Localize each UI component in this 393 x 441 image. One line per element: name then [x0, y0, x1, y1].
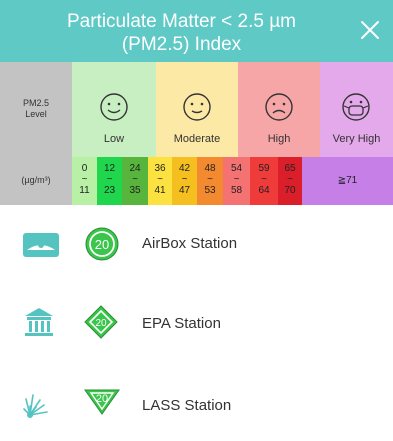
list-item-lass[interactable]: 20 LASS Station [0, 363, 393, 441]
range-to: 35 [129, 185, 141, 196]
level-name: Low [103, 133, 125, 145]
range-to: 41 [154, 185, 166, 196]
range-to: 70 [284, 185, 296, 196]
pm25-level-label: PM2.5 Level [22, 98, 49, 119]
lass-marker-icon: 20 [84, 389, 120, 415]
unit-label-cell: (µg/m³) [0, 157, 72, 205]
frown-face-icon [265, 93, 293, 121]
title-line-1: Particulate Matter < 2.5 µm [66, 11, 296, 32]
level-label-cell: PM2.5 Level [0, 62, 72, 157]
level-name: Very High [332, 133, 381, 145]
marker-value: 20 [95, 237, 109, 252]
panel-header: Particulate Matter < 2.5 µm (PM2.5) Inde… [0, 0, 393, 62]
smile-face-icon [100, 93, 128, 121]
airbox-marker-icon: 20 [85, 227, 119, 261]
unit-label: (µg/m³) [21, 175, 51, 185]
pm25-index-panel: Particulate Matter < 2.5 µm (PM2.5) Inde… [0, 0, 393, 441]
list-item-airbox[interactable]: 20 AirBox Station [0, 205, 393, 283]
range-from: ≧71 [337, 175, 358, 186]
range-to: 23 [103, 185, 116, 196]
range-cell: 59 ~64 [250, 157, 278, 205]
range-row: 0 ~11 12 ~23 24 ~35 36 ~41 42 ~47 48 ~53 54 ~58 59 ~64 6… [72, 157, 393, 205]
range-cell: 36 ~41 [148, 157, 172, 205]
range-cell: 42 ~47 [172, 157, 197, 205]
sun-rays-icon [23, 394, 48, 418]
list-item-epa[interactable]: 20 EPA Station [0, 283, 393, 361]
title-line-2: (PM2.5) Index [121, 34, 242, 55]
range-cell: 48 ~53 [197, 157, 223, 205]
range-to: 47 [178, 185, 191, 196]
government-building-icon [25, 308, 53, 336]
epa-marker-icon: 20 [84, 305, 118, 339]
level-name: Moderate [173, 133, 221, 145]
range-to: 53 [204, 185, 216, 196]
range-to: 58 [230, 185, 243, 196]
station-name: EPA Station [142, 315, 221, 332]
range-to: 11 [79, 185, 90, 196]
level-name: High [267, 133, 291, 145]
face-mask-icon [342, 93, 370, 121]
range-cell: ≧71 [302, 157, 393, 205]
range-cell: 24 ~35 [122, 157, 148, 205]
marker-value: 20 [95, 318, 107, 329]
range-cell: 65 ~70 [278, 157, 302, 205]
station-name: LASS Station [142, 397, 232, 414]
close-icon[interactable] [358, 18, 382, 42]
airbox-icon [23, 233, 59, 257]
level-very-high: Very High [320, 62, 393, 157]
level-moderate: Moderate [156, 62, 238, 157]
range-cell: 0 ~11 [72, 157, 97, 205]
range-cell: 12 ~23 [97, 157, 122, 205]
station-name: AirBox Station [142, 235, 238, 252]
range-to: 64 [258, 185, 270, 196]
pm25-level-scale: PM2.5 Level Low Moderate High Very High … [0, 62, 393, 205]
smile-face-icon [183, 93, 211, 121]
level-high: High [238, 62, 320, 157]
level-low: Low [72, 62, 156, 157]
range-cell: 54 ~58 [223, 157, 250, 205]
marker-value: 20 [96, 393, 108, 405]
